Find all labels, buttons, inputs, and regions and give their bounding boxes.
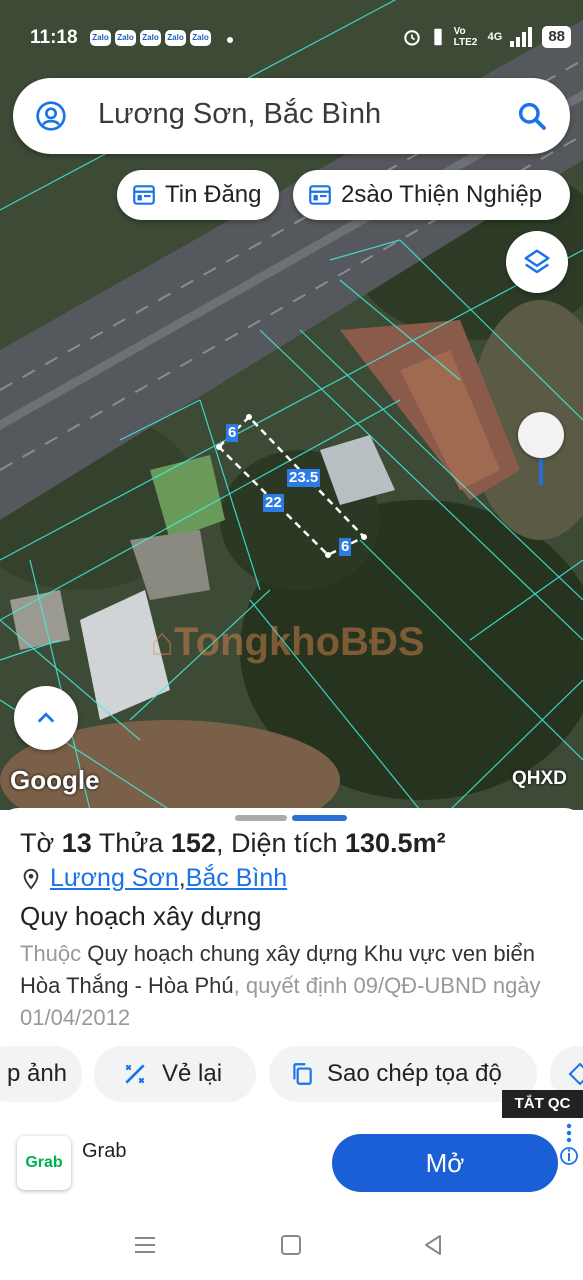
copy-icon bbox=[293, 1063, 312, 1085]
sheet-number: 13 bbox=[61, 828, 92, 858]
desc-prefix: Thuộc bbox=[20, 941, 88, 966]
alarm-icon bbox=[403, 30, 420, 46]
chip-label: 2sào Thiện Nghiệp bbox=[341, 181, 543, 208]
chip-label: Tin Đăng bbox=[165, 181, 262, 208]
volte-indicator: Vo LTE2 bbox=[453, 26, 478, 48]
photo-button[interactable]: p ảnh bbox=[0, 1046, 82, 1102]
listing-icon bbox=[309, 185, 331, 205]
commune-link[interactable]: Lương Sơn bbox=[50, 864, 179, 893]
account-icon[interactable] bbox=[35, 100, 67, 132]
hide-ads-button[interactable]: TẮT QC bbox=[502, 1090, 583, 1118]
search-bar[interactable]: Lương Sơn, Bắc Bình bbox=[13, 78, 570, 154]
notification-icons: Zalo Zalo Zalo Zalo Zalo bbox=[90, 30, 211, 46]
opacity-slider-handle[interactable] bbox=[518, 412, 564, 458]
grab-logo: Grab bbox=[17, 1136, 71, 1190]
sheet-handle[interactable] bbox=[235, 815, 287, 821]
zalo-icon: Zalo bbox=[165, 30, 186, 46]
search-icon[interactable] bbox=[516, 100, 548, 132]
layers-button[interactable] bbox=[506, 231, 568, 293]
action-label: p ảnh bbox=[6, 1060, 68, 1087]
layers-icon bbox=[524, 249, 550, 274]
watermark-icon: ⌂ bbox=[150, 620, 175, 664]
title-prefix: Tờ bbox=[20, 828, 62, 858]
parcel-edge-label-bottom: 6 bbox=[339, 538, 352, 556]
listing-icon bbox=[133, 185, 155, 205]
redraw-icon bbox=[125, 1064, 145, 1084]
google-logo: Google bbox=[10, 765, 100, 795]
action-label: Sao chép tọa độ bbox=[327, 1060, 502, 1087]
sheet-handle-active[interactable] bbox=[292, 815, 347, 821]
watermark-text: TongkhoBĐS bbox=[174, 620, 425, 664]
parcel-edge-label-right: 23.5 bbox=[287, 469, 321, 487]
parcel-number: 152 bbox=[170, 828, 216, 858]
location-separator: , bbox=[178, 864, 186, 892]
home-icon[interactable] bbox=[280, 1234, 302, 1256]
more-notifications-dot bbox=[227, 37, 233, 43]
ad-title: Grab bbox=[82, 1140, 127, 1162]
redraw-button[interactable]: Vẻ lại bbox=[94, 1046, 256, 1102]
parcel-title: Tờ 13 Thửa 152, Diện tích 130.5m² bbox=[20, 828, 446, 859]
vibrate-icon bbox=[433, 28, 442, 46]
location-pin-icon bbox=[23, 868, 39, 890]
battery-indicator: 88 bbox=[542, 26, 571, 48]
zalo-icon: Zalo bbox=[190, 30, 211, 46]
expand-up-button[interactable] bbox=[14, 686, 78, 750]
search-input[interactable]: Lương Sơn, Bắc Bình bbox=[98, 98, 381, 131]
status-bar: 11:18 Zalo Zalo Zalo Zalo Zalo Vo LTE2 4… bbox=[0, 0, 583, 72]
menu-icon[interactable] bbox=[134, 1234, 156, 1256]
signal-icon bbox=[510, 27, 533, 47]
status-time: 11:18 bbox=[30, 27, 78, 48]
parcel-edge-label-left: 22 bbox=[263, 494, 284, 512]
directions-icon bbox=[568, 1062, 583, 1086]
zalo-icon: Zalo bbox=[115, 30, 136, 46]
planning-heading: Quy hoạch xây dựng bbox=[20, 901, 262, 931]
system-nav-bar bbox=[0, 1208, 583, 1280]
parcel-area: 130.5m² bbox=[345, 828, 446, 858]
watermark-logo: ⌂TongkhoBĐS bbox=[150, 620, 425, 665]
opacity-slider-track[interactable] bbox=[539, 455, 543, 485]
copy-coordinates-button[interactable]: Sao chép tọa độ bbox=[269, 1046, 537, 1102]
layer-label: QHXD bbox=[512, 768, 567, 789]
parcel-edge-label-top: 6 bbox=[226, 424, 239, 442]
title-area-prefix: , Diện tích bbox=[215, 828, 345, 858]
parcel-location: Lương Sơn, Bắc Bình bbox=[20, 864, 287, 893]
zalo-icon: Zalo bbox=[140, 30, 161, 46]
zalo-icon: Zalo bbox=[90, 30, 111, 46]
title-mid: Thửa bbox=[91, 828, 171, 858]
ad-info-icon[interactable] bbox=[559, 1120, 579, 1180]
back-icon[interactable] bbox=[422, 1234, 444, 1256]
open-ad-button[interactable]: Mở bbox=[332, 1134, 558, 1192]
action-label: Vẻ lại bbox=[162, 1060, 223, 1087]
network-type: 4G bbox=[487, 31, 503, 43]
chip-tin-dang[interactable]: Tin Đăng bbox=[117, 170, 279, 220]
status-right: Vo LTE2 4G 88 bbox=[402, 26, 571, 48]
planning-description: Thuộc Quy hoạch chung xây dựng Khu vực v… bbox=[20, 938, 570, 1034]
district-link[interactable]: Bắc Bình bbox=[186, 864, 287, 893]
chevron-up-icon bbox=[38, 712, 54, 723]
chip-saved-search[interactable]: 2sào Thiện Nghiệp bbox=[293, 170, 570, 220]
